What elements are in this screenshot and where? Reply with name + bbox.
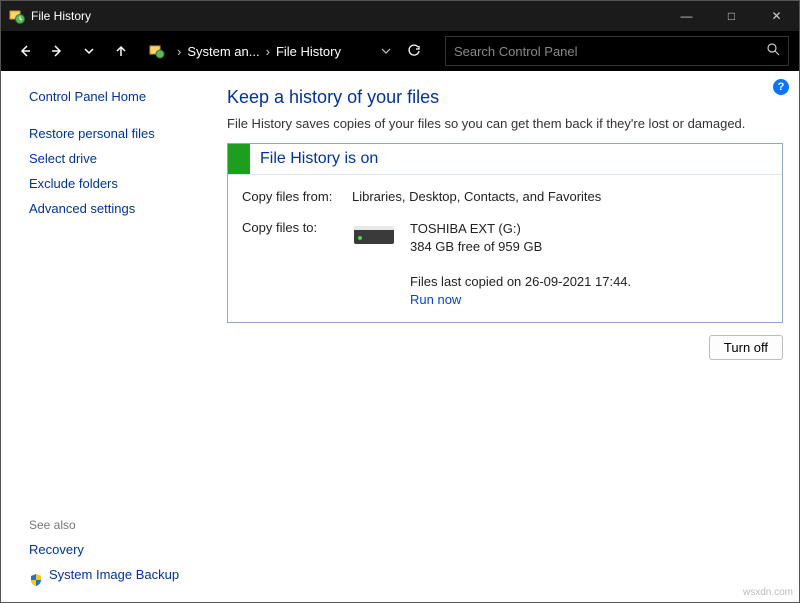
run-now-link[interactable]: Run now (410, 291, 631, 309)
chevron-down-icon (83, 45, 95, 57)
last-copied: Files last copied on 26-09-2021 17:44. (410, 273, 631, 291)
sidebar-link-image-backup[interactable]: System Image Backup (49, 567, 179, 582)
drive-name: TOSHIBA EXT (G:) (410, 220, 631, 238)
window: File History — □ ✕ › System an... › (0, 0, 800, 603)
sidebar-link-recovery[interactable]: Recovery (29, 542, 195, 557)
sidebar: Control Panel Home Restore personal file… (1, 71, 201, 602)
control-panel-icon (149, 43, 165, 59)
breadcrumb-segment-system[interactable]: System an... (187, 44, 259, 59)
status-indicator (228, 144, 250, 174)
drive-text: TOSHIBA EXT (G:) 384 GB free of 959 GB F… (410, 220, 631, 308)
arrow-up-icon (114, 44, 128, 58)
sidebar-link-advanced[interactable]: Advanced settings (29, 201, 195, 216)
external-drive-icon (352, 220, 396, 250)
see-also-label: See also (29, 518, 195, 532)
copy-from-label: Copy files from: (242, 189, 352, 204)
sidebar-link-exclude[interactable]: Exclude folders (29, 176, 195, 191)
breadcrumb-segment-current[interactable]: File History (276, 44, 341, 59)
address-bar[interactable]: › System an... › File History (145, 36, 395, 66)
breadcrumb-separator: › (266, 44, 270, 59)
copy-from-row: Copy files from: Libraries, Desktop, Con… (242, 189, 768, 204)
sidebar-link-select-drive[interactable]: Select drive (29, 151, 195, 166)
maximize-button[interactable]: □ (709, 1, 754, 31)
search-icon (767, 43, 780, 59)
minimize-button[interactable]: — (664, 1, 709, 31)
refresh-icon (407, 44, 421, 58)
search-box[interactable] (445, 36, 789, 66)
copy-to-label: Copy files to: (242, 220, 352, 308)
drive-space: 384 GB free of 959 GB (410, 238, 631, 256)
up-button[interactable] (107, 37, 135, 65)
forward-button[interactable] (43, 37, 71, 65)
recent-locations-button[interactable] (75, 37, 103, 65)
window-controls: — □ ✕ (664, 1, 799, 31)
watermark: wsxdn.com (743, 587, 793, 598)
sidebar-link-restore[interactable]: Restore personal files (29, 126, 195, 141)
chevron-down-icon (381, 46, 391, 56)
status-body: Copy files from: Libraries, Desktop, Con… (228, 175, 782, 322)
help-icon[interactable]: ? (773, 79, 789, 95)
page-title: Keep a history of your files (227, 87, 783, 108)
main-content: ? Keep a history of your files File Hist… (201, 71, 799, 602)
status-header: File History is on (228, 144, 782, 175)
turn-off-button[interactable]: Turn off (709, 335, 783, 360)
navigation-bar: › System an... › File History (1, 31, 799, 71)
shield-icon (29, 573, 43, 587)
file-history-icon (9, 8, 25, 24)
copy-from-value: Libraries, Desktop, Contacts, and Favori… (352, 189, 601, 204)
back-button[interactable] (11, 37, 39, 65)
search-input[interactable] (454, 44, 780, 59)
refresh-button[interactable] (399, 37, 429, 65)
copy-to-row: Copy files to: TOSHIBA EXT (G:) 384 GB f… (242, 220, 768, 308)
breadcrumb-separator: › (177, 44, 181, 59)
titlebar: File History — □ ✕ (1, 1, 799, 31)
drive-block: TOSHIBA EXT (G:) 384 GB free of 959 GB F… (352, 220, 631, 308)
page-subtitle: File History saves copies of your files … (227, 116, 783, 131)
window-title: File History (31, 9, 91, 23)
arrow-right-icon (50, 44, 64, 58)
status-box: File History is on Copy files from: Libr… (227, 143, 783, 323)
sidebar-link-home[interactable]: Control Panel Home (29, 89, 195, 104)
breadcrumb-dropdown[interactable] (381, 44, 391, 59)
status-text: File History is on (250, 144, 388, 174)
close-button[interactable]: ✕ (754, 1, 799, 31)
arrow-left-icon (18, 44, 32, 58)
content-body: Control Panel Home Restore personal file… (1, 71, 799, 602)
